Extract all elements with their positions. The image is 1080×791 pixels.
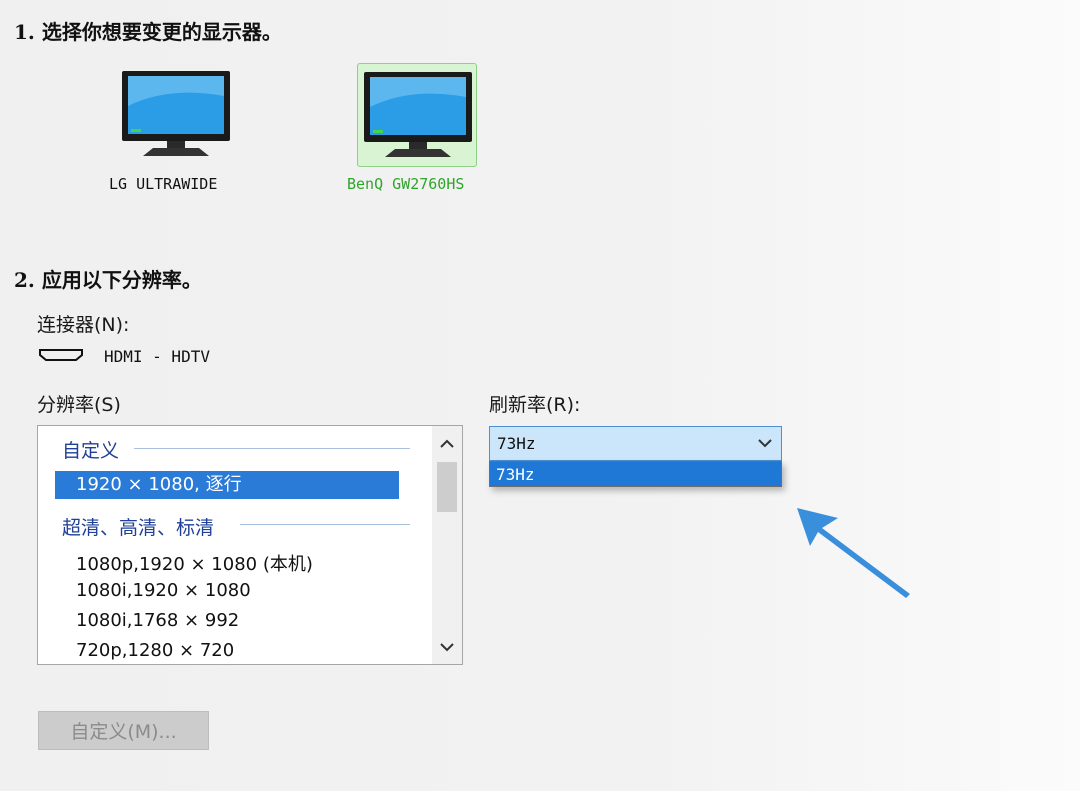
monitor-icon (122, 71, 230, 156)
scroll-up-button[interactable] (432, 431, 462, 457)
monitor-name-lg: LG ULTRAWIDE (109, 175, 218, 193)
listbox-scrollbar[interactable] (432, 426, 462, 664)
refresh-rate-options[interactable]: 73Hz (489, 461, 782, 487)
resolution-item[interactable]: 1080p,1920 × 1080 (本机) (76, 550, 313, 576)
monitor-icon (364, 72, 472, 157)
group-divider (134, 448, 410, 449)
connector-value: HDMI - HDTV (104, 347, 210, 366)
annotation-arrow-icon (797, 508, 910, 598)
resolution-item-selected[interactable]: 1920 × 1080, 逐行 (55, 471, 399, 499)
monitor-name-benq: BenQ GW2760HS (347, 175, 465, 193)
resolution-item[interactable]: 1080i,1920 × 1080 (76, 580, 251, 601)
resolution-listbox[interactable]: 自定义 1920 × 1080, 逐行 超清、高清、标清 1080p,1920 … (37, 425, 463, 665)
monitor-lg-ultrawide[interactable] (116, 63, 236, 167)
refresh-rate-label: 刷新率(R): (489, 394, 581, 416)
group-divider (240, 524, 410, 525)
hdmi-port-icon (39, 349, 83, 361)
connector-label: 连接器(N): (37, 314, 130, 336)
refresh-rate-dropdown[interactable]: 73Hz (489, 426, 782, 461)
section-1-heading: 1. 选择你想要变更的显示器。 (14, 20, 282, 44)
refresh-rate-option[interactable]: 73Hz (496, 465, 535, 484)
resolution-item[interactable]: 720p,1280 × 720 (76, 640, 234, 661)
monitor-benq-gw2760hs[interactable] (357, 63, 477, 167)
custom-resolution-button[interactable]: 自定义(M)... (38, 711, 209, 750)
refresh-rate-value: 73Hz (497, 434, 536, 453)
chevron-down-icon (758, 439, 772, 448)
resolution-label: 分辨率(S) (37, 394, 121, 416)
scroll-down-button[interactable] (432, 634, 462, 660)
list-group-header: 超清、高清、标清 (62, 517, 215, 539)
resolution-item[interactable]: 1080i,1768 × 992 (76, 610, 239, 631)
section-2-heading: 2. 应用以下分辨率。 (14, 268, 202, 292)
list-group-header: 自定义 (62, 440, 120, 462)
chevron-down-icon (440, 643, 454, 652)
chevron-up-icon (440, 439, 454, 448)
scroll-thumb[interactable] (437, 462, 457, 512)
